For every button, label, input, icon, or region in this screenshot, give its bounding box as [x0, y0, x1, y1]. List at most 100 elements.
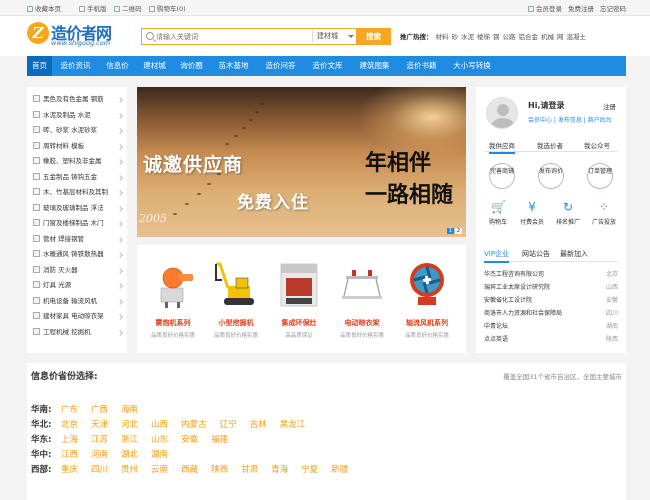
category-item[interactable]: 水泥及制品 水泥: [27, 108, 127, 123]
tab-pricer[interactable]: 我选价者: [537, 140, 563, 150]
province-link[interactable]: 贵州: [121, 463, 138, 475]
nav-case-convert[interactable]: 大小写转换: [445, 56, 499, 76]
hot-item[interactable]: 机械: [541, 33, 554, 41]
mobile-link[interactable]: 手机版: [79, 3, 107, 13]
province-link[interactable]: 黑龙江: [280, 418, 306, 430]
category-item[interactable]: 玻璃及玻璃制品 浮法: [27, 201, 127, 216]
category-item[interactable]: 水暖通风 铸铁散热器: [27, 247, 127, 262]
nav-atlas[interactable]: 建筑图集: [351, 56, 398, 76]
category-item[interactable]: 周转材料 模板: [27, 139, 127, 154]
nav-inquiry[interactable]: 询价圈: [173, 56, 210, 76]
province-link[interactable]: 河南: [91, 448, 108, 460]
tab-public-account[interactable]: 我公众号: [584, 140, 610, 150]
province-link[interactable]: 新疆: [331, 463, 348, 475]
product-card[interactable]: 轴流风机系列 品质良好价格实惠: [399, 253, 455, 348]
category-item[interactable]: 黑色及有色金属 钢筋: [27, 92, 127, 107]
tab-vip[interactable]: VIP企业: [484, 249, 510, 263]
category-item[interactable]: 机电设备 输流风机: [27, 294, 127, 309]
paid-member-shortcut[interactable]: ¥ 付费会员: [516, 200, 548, 226]
forgot-password-link[interactable]: 忘记密码: [600, 3, 626, 13]
province-link[interactable]: 湖北: [121, 448, 138, 460]
hot-item[interactable]: 水泥: [461, 33, 474, 41]
category-item[interactable]: 建材家具 电动晾衣架: [27, 309, 127, 324]
cart-shortcut[interactable]: 🛒 购物车: [482, 200, 514, 226]
province-link[interactable]: 福建: [211, 433, 228, 445]
banner-page-dot[interactable]: 1: [447, 228, 454, 234]
company-row[interactable]: 瑞宾工业太原设计研究院 山西: [484, 282, 618, 294]
company-row[interactable]: 安徽省化工设计院 安徽: [484, 295, 618, 307]
cart-link[interactable]: 购物车(0): [149, 3, 186, 13]
category-item[interactable]: 门窗及楼梯制品 木门: [27, 216, 127, 231]
category-item[interactable]: 工程机械 挖掘机: [27, 325, 127, 340]
company-row[interactable]: 点点英语 陕西: [484, 334, 618, 346]
category-item[interactable]: 灯具 光源: [27, 278, 127, 293]
province-link[interactable]: 重庆: [61, 463, 78, 475]
product-card[interactable]: 电动晾衣架 品质良好价格实惠: [334, 253, 390, 348]
hot-item[interactable]: 砂: [452, 33, 459, 41]
banner-page-dot[interactable]: 2: [455, 228, 462, 234]
nav-qa[interactable]: 造价问答: [257, 56, 304, 76]
province-link[interactable]: 浙江: [121, 433, 138, 445]
product-card[interactable]: 集成环保灶 高品质保证: [271, 253, 327, 348]
bookmark-link[interactable]: 收藏本页: [27, 3, 61, 13]
province-link[interactable]: 江苏: [91, 433, 108, 445]
product-card[interactable]: 小型挖掘机 品质良好价格实惠: [208, 253, 264, 348]
company-row[interactable]: 中青论坛 湖南: [484, 321, 618, 333]
register-link[interactable]: 免费注册: [568, 3, 594, 13]
hot-item[interactable]: 铝合金: [519, 33, 539, 41]
login-greeting[interactable]: Hi,请登录: [528, 100, 564, 111]
company-row[interactable]: 商洛市人力资源和社会保障局 四川: [484, 308, 618, 320]
province-link[interactable]: 宁夏: [301, 463, 318, 475]
category-item[interactable]: 消防 灭火器: [27, 263, 127, 278]
province-link[interactable]: 山西: [151, 418, 168, 430]
ad-placement-shortcut[interactable]: ⁘ 广告投放: [588, 200, 620, 226]
member-links[interactable]: 会员中心 | 发布信息 | 商户后台: [528, 115, 612, 124]
province-link[interactable]: 四川: [91, 463, 108, 475]
nav-library[interactable]: 造价文库: [304, 56, 351, 76]
tab-newest[interactable]: 最新加入: [560, 249, 588, 259]
nav-nursery[interactable]: 苗木基地: [210, 56, 257, 76]
province-link[interactable]: 广西: [91, 403, 108, 415]
nav-news[interactable]: 造价资讯: [52, 56, 99, 76]
category-item[interactable]: 橡胶、塑料及非金属: [27, 154, 127, 169]
province-link[interactable]: 内蒙古: [181, 418, 207, 430]
site-logo[interactable]: Z 造价者网 www.shigoog.com: [27, 21, 127, 49]
hot-item[interactable]: 材料: [436, 33, 449, 41]
province-link[interactable]: 吉林: [250, 418, 267, 430]
nav-materials[interactable]: 建材城: [136, 56, 173, 76]
company-row[interactable]: 华杰工程咨询有限公司 北京: [484, 269, 618, 281]
category-item[interactable]: 管材 焊接钢管: [27, 232, 127, 247]
nav-info-price[interactable]: 信息价: [99, 56, 136, 76]
province-link[interactable]: 湖南: [151, 448, 168, 460]
nav-home[interactable]: 首页: [27, 56, 52, 76]
hot-item[interactable]: 钢: [493, 33, 500, 41]
nav-books[interactable]: 造价书籍: [398, 56, 445, 76]
hot-item[interactable]: 混凝土: [567, 33, 587, 41]
province-link[interactable]: 海南: [121, 403, 138, 415]
hot-item[interactable]: 公路: [503, 33, 516, 41]
province-link[interactable]: 江西: [61, 448, 78, 460]
province-link[interactable]: 广东: [61, 403, 78, 415]
province-link[interactable]: 辽宁: [220, 418, 237, 430]
hot-item[interactable]: 楼梯: [477, 33, 490, 41]
province-link[interactable]: 甘肃: [241, 463, 258, 475]
category-item[interactable]: 五金制品 铸钩五金: [27, 170, 127, 185]
order-manage-button[interactable]: 订单管理: [587, 163, 613, 189]
tab-notice[interactable]: 网站公告: [522, 249, 550, 259]
promo-banner[interactable]: 诚邀供应商 免费入住 年相伴 一路相随 2005 12: [137, 87, 466, 237]
province-link[interactable]: 云南: [151, 463, 168, 475]
province-link[interactable]: 上海: [61, 433, 78, 445]
tab-supplier[interactable]: 我供应商: [489, 140, 515, 154]
rank-promotion-shortcut[interactable]: ↻ 排名推广: [552, 200, 584, 226]
product-card[interactable]: 雾炮机系列 品质良好价格实惠: [145, 253, 201, 348]
province-link[interactable]: 河北: [121, 418, 138, 430]
province-link[interactable]: 天津: [91, 418, 108, 430]
province-link[interactable]: 安徽: [181, 433, 198, 445]
register-button[interactable]: 注册: [603, 101, 616, 111]
province-link[interactable]: 青海: [271, 463, 288, 475]
complete-shop-button[interactable]: 完善商铺: [489, 163, 515, 189]
province-link[interactable]: 北京: [61, 418, 78, 430]
post-inquiry-button[interactable]: 发布询价: [538, 163, 564, 189]
province-link[interactable]: 西藏: [181, 463, 198, 475]
search-button[interactable]: 搜索: [356, 28, 391, 45]
